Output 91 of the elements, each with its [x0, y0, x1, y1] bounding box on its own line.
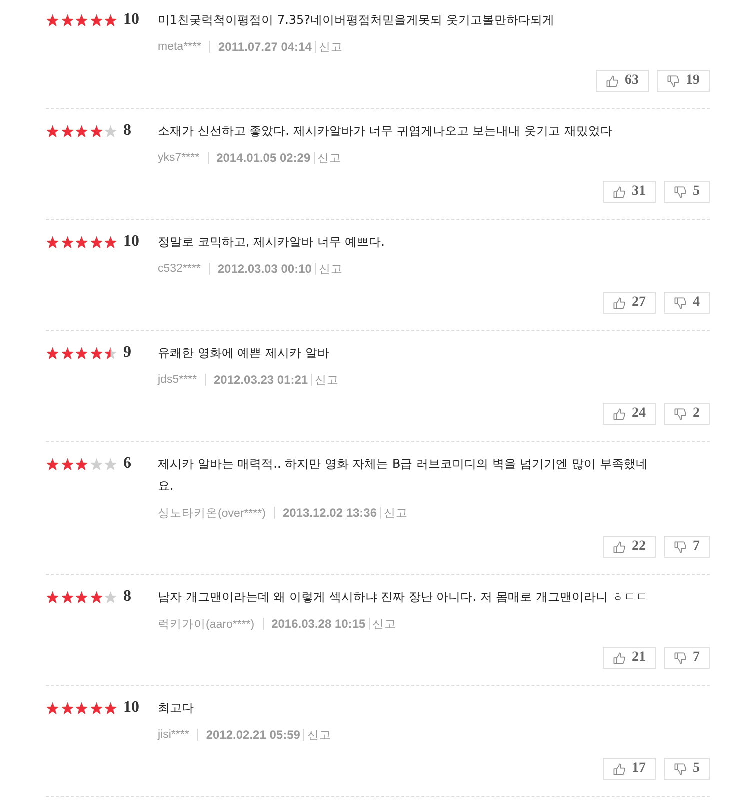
- like-button[interactable]: 17: [603, 758, 656, 780]
- username: 싱노타키온(over****): [158, 506, 266, 520]
- review-text: 남자 개그맨이라는데 왜 이렇게 섹시하냐 진짜 장난 아니다. 저 몸매로 개그맨이라니 ㅎㄷㄷ: [158, 589, 649, 606]
- username: c532****: [158, 263, 201, 275]
- star-icon: [75, 702, 88, 714]
- like-button[interactable]: 31: [603, 181, 656, 203]
- star-icon: [104, 458, 118, 470]
- dislike-button[interactable]: 7: [664, 536, 710, 558]
- star-icon: [60, 236, 74, 248]
- star-icon: [104, 702, 118, 714]
- review-date: 2012.02.21 05:59: [206, 728, 300, 742]
- rating-score: 9: [124, 344, 132, 362]
- thumbs-up-icon: [613, 408, 626, 420]
- dislike-button[interactable]: 2: [664, 403, 710, 425]
- star-icon: [90, 702, 103, 714]
- star-icon: [104, 236, 118, 248]
- thumbs-up-icon: [613, 652, 626, 664]
- rating-score: 10: [124, 699, 140, 717]
- star-icon: [90, 458, 103, 470]
- review-date: 2012.03.03 00:10: [218, 262, 312, 276]
- star-icon: [75, 236, 88, 248]
- review-text: 정말로 코믹하고, 제시카알바 너무 예쁘다.: [158, 234, 386, 251]
- username: jds5****: [158, 374, 197, 386]
- review-date: 2012.03.23 01:21: [214, 373, 308, 387]
- star-icon: [75, 590, 88, 604]
- review-date: 2011.07.27 04:14: [218, 40, 312, 54]
- like-button[interactable]: 24: [603, 403, 656, 425]
- thumbs-up-icon: [606, 74, 619, 88]
- thumbs-down-icon: [674, 540, 687, 554]
- star-icon: [60, 14, 74, 26]
- rating-score: 8: [124, 588, 132, 606]
- star-icon: [46, 702, 60, 714]
- star-icon: [75, 124, 88, 138]
- dislike-button[interactable]: 4: [664, 292, 710, 314]
- username: 럭키가이(aaro****): [158, 618, 255, 632]
- star-icon: [104, 346, 118, 360]
- star-icon: [46, 14, 60, 26]
- like-button[interactable]: 63: [596, 70, 649, 92]
- thumbs-up-icon: [613, 296, 626, 310]
- rating-score: 10: [124, 233, 140, 251]
- rating-score: 10: [124, 11, 140, 29]
- star-icon: [60, 702, 74, 714]
- star-icon: [75, 14, 88, 26]
- rating-score: 6: [124, 455, 132, 473]
- rating-score: 8: [124, 122, 132, 140]
- star-icon: [75, 346, 88, 360]
- thumbs-up-icon: [613, 186, 626, 198]
- star-icon: [46, 346, 60, 360]
- like-button[interactable]: 27: [603, 292, 656, 314]
- thumbs-down-icon: [674, 408, 687, 420]
- star-icon: [104, 14, 118, 26]
- star-icon: [75, 458, 88, 470]
- username: jisi****: [158, 729, 190, 741]
- dislike-button[interactable]: 19: [657, 70, 710, 92]
- thumbs-up-icon: [613, 540, 626, 554]
- review-text: 미1친궂럭척이평점이 7.35?네이버평점처믿을게못되 웃기고볼만하다되게: [158, 12, 556, 29]
- review-text: 유쾌한 영화에 예쁜 제시카 알바: [158, 345, 330, 362]
- dislike-button[interactable]: 7: [664, 647, 710, 669]
- thumbs-down-icon: [674, 186, 687, 198]
- star-icon: [46, 124, 60, 138]
- review-date: 2014.01.05 02:29: [216, 151, 311, 165]
- star-icon: [46, 590, 60, 604]
- thumbs-down-icon: [674, 762, 687, 776]
- review-text: 제시카 알바는 매력적.. 하지만 영화 자체는 B급 러브코미디의 벽을 넘기기엔 많이 부족했네요.: [158, 456, 649, 495]
- dislike-button[interactable]: 5: [664, 181, 710, 203]
- star-icon: [60, 458, 74, 470]
- review-date: 2016.03.28 10:15: [272, 617, 366, 631]
- thumbs-down-icon: [674, 296, 687, 310]
- star-icon: [60, 124, 74, 138]
- review-text: 소재가 신선하고 좋았다. 제시카알바가 너무 귀엽게나오고 보는내내 웃기고 재밌었다: [158, 123, 614, 140]
- star-icon: [60, 590, 74, 604]
- star-icon: [90, 346, 103, 360]
- review-text: 최고다: [158, 700, 195, 717]
- star-icon: [90, 124, 103, 138]
- dislike-button[interactable]: 5: [664, 758, 710, 780]
- review-date: 2013.12.02 13:36: [282, 506, 378, 520]
- username: yks7****: [158, 152, 200, 164]
- star-icon: [60, 346, 74, 360]
- star-icon: [104, 124, 118, 138]
- like-button[interactable]: 22: [603, 536, 656, 558]
- thumbs-down-icon: [674, 652, 687, 664]
- username: meta****: [158, 41, 202, 53]
- like-button[interactable]: 21: [603, 647, 656, 669]
- star-icon: [104, 590, 118, 604]
- thumbs-up-icon: [613, 762, 626, 776]
- thumbs-down-icon: [667, 74, 680, 88]
- star-icon: [90, 590, 103, 604]
- star-icon: [90, 14, 103, 26]
- star-icon: [90, 236, 103, 248]
- star-icon: [46, 236, 60, 248]
- star-icon: [46, 458, 60, 470]
